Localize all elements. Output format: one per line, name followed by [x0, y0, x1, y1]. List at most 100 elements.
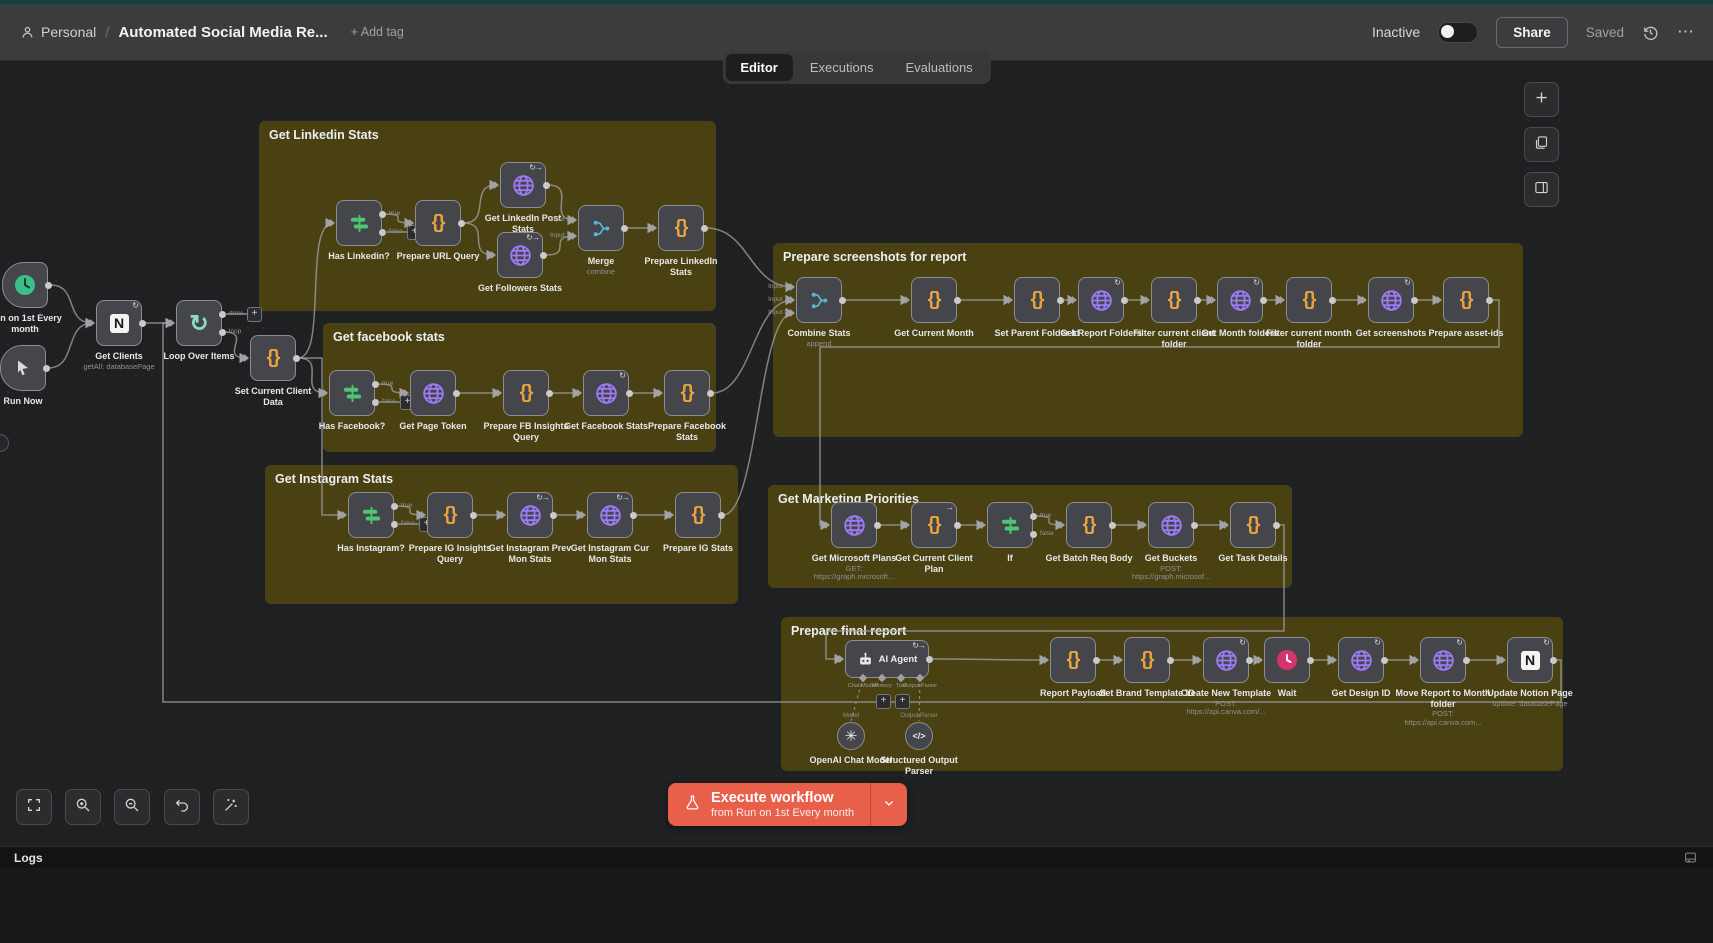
node-get-facebook-stats-node[interactable]: ↻Get Facebook Stats	[583, 370, 629, 416]
output-port[interactable]	[372, 381, 379, 388]
node-has-facebook[interactable]: truefalse+Has Facebook?	[329, 370, 375, 416]
input-port[interactable]	[669, 511, 678, 519]
output-port[interactable]	[543, 182, 550, 189]
input-port[interactable]	[1197, 656, 1206, 664]
node-filter-current-client-folder[interactable]: {}Filter current client folder	[1151, 277, 1197, 323]
node-if-node[interactable]: truefalseIf	[987, 502, 1033, 548]
node-get-instagram-cur-mon-stats[interactable]: ↻→Get Instagram Cur Mon Stats	[587, 492, 633, 538]
input-port[interactable]	[244, 354, 253, 362]
input-port[interactable]	[825, 521, 834, 529]
node-get-current-month[interactable]: {}Get Current Month	[911, 277, 957, 323]
node-update-notion-page[interactable]: N↻Update Notion Pageupdate: databasePage	[1507, 637, 1553, 683]
output-port[interactable]	[1109, 522, 1116, 529]
output-port[interactable]	[626, 390, 633, 397]
output-port[interactable]	[1550, 657, 1557, 664]
node-report-payload[interactable]: {}Report Payload	[1050, 637, 1096, 683]
node-create-new-template[interactable]: ↻Create New TemplatePOST: https://api.ca…	[1203, 637, 1249, 683]
input-port[interactable]	[1224, 521, 1233, 529]
output-port[interactable]	[470, 512, 477, 519]
output-port[interactable]	[1246, 657, 1253, 664]
node-run-now[interactable]: Run Now	[0, 345, 46, 391]
output-port[interactable]	[45, 282, 52, 289]
input-port[interactable]	[1501, 656, 1510, 664]
input-port[interactable]	[652, 224, 661, 232]
output-port[interactable]	[1381, 657, 1388, 664]
tidy-up-button[interactable]	[213, 789, 249, 825]
output-port[interactable]	[1030, 513, 1037, 520]
output-port[interactable]	[1273, 522, 1280, 529]
node-filter-current-month-folder[interactable]: {}Filter current month folder	[1286, 277, 1332, 323]
node-has-instagram[interactable]: truefalse+Has Instagram?	[348, 492, 394, 538]
node-get-clients[interactable]: N↻Get ClientsgetAll: databasePage	[96, 300, 142, 346]
breadcrumb-root-label[interactable]: Personal	[41, 24, 96, 40]
input-port[interactable]	[790, 309, 799, 317]
node-get-batch-req-body[interactable]: {}Get Batch Req Body	[1066, 502, 1112, 548]
output-port[interactable]	[546, 390, 553, 397]
node-get-design-id[interactable]: ↻Get Design ID	[1338, 637, 1384, 683]
more-options-icon[interactable]: ⋯	[1677, 22, 1695, 42]
input-port[interactable]	[981, 521, 990, 529]
add-sub-node-button[interactable]: +	[895, 694, 910, 709]
input-port[interactable]	[905, 521, 914, 529]
input-port[interactable]	[1142, 521, 1151, 529]
node-has-linkedin[interactable]: truefalse+Has Linkedin?	[336, 200, 382, 246]
input-port[interactable]	[790, 283, 799, 291]
output-port[interactable]	[1260, 297, 1267, 304]
output-port[interactable]	[874, 522, 881, 529]
add-connected-node-button[interactable]: +	[247, 307, 262, 322]
node-wait-node[interactable]: Wait	[1264, 637, 1310, 683]
output-port[interactable]	[293, 355, 300, 362]
node-run-trigger[interactable]: Run on 1st Every month	[2, 262, 48, 308]
undo-button[interactable]	[164, 789, 200, 825]
input-port[interactable]	[491, 251, 500, 259]
output-port[interactable]	[1121, 297, 1128, 304]
node-prepare-ig-stats[interactable]: {}Prepare IG Stats	[675, 492, 721, 538]
workflow-canvas[interactable]: Get Linkedin StatsGet facebook statsGet …	[0, 0, 1713, 846]
output-port[interactable]	[1463, 657, 1470, 664]
input-port[interactable]	[404, 389, 413, 397]
input-port[interactable]	[572, 216, 581, 224]
node-prepare-ig-insights-query[interactable]: {}Prepare IG Insights Query	[427, 492, 473, 538]
tab-editor[interactable]: Editor	[725, 54, 793, 81]
add-tag-button[interactable]: + Add tag	[351, 25, 404, 39]
node-get-buckets[interactable]: Get BucketsPOST: https://graph.microsof.…	[1148, 502, 1194, 548]
history-icon[interactable]	[1642, 24, 1659, 41]
input-port[interactable]	[1332, 656, 1341, 664]
node-get-task-details[interactable]: {}Get Task Details	[1230, 502, 1276, 548]
node-move-report-to-month-folder[interactable]: ↻Move Report to Month folderPOST: https:…	[1420, 637, 1466, 683]
node-ai-agent[interactable]: AI Agent↻→Chat Model*Memory+Tool+Output …	[845, 640, 929, 678]
input-port[interactable]	[330, 219, 339, 227]
input-port[interactable]	[409, 219, 418, 227]
output-port[interactable]	[219, 329, 226, 336]
node-get-page-token[interactable]: Get Page Token	[410, 370, 456, 416]
node-prepare-asset-ids[interactable]: {}Prepare asset-ids	[1443, 277, 1489, 323]
node-get-instagram-prev-mon-stats[interactable]: ↻→Get Instagram Prev Mon Stats	[507, 492, 553, 538]
output-port[interactable]	[1486, 297, 1493, 304]
input-port[interactable]	[1414, 656, 1423, 664]
output-port[interactable]	[379, 211, 386, 218]
input-port[interactable]	[497, 389, 506, 397]
output-port[interactable]	[1307, 657, 1314, 664]
toggle-panel-button[interactable]	[1524, 172, 1559, 207]
node-merge[interactable]: Input 1Input 2Mergecombine	[578, 205, 624, 251]
input-port[interactable]	[577, 389, 586, 397]
output-port[interactable]	[630, 512, 637, 519]
output-port[interactable]	[839, 297, 846, 304]
output-port[interactable]	[1093, 657, 1100, 664]
input-port[interactable]	[501, 511, 510, 519]
logs-panel-header[interactable]: Logs	[0, 846, 1713, 868]
input-port[interactable]	[581, 511, 590, 519]
node-get-microsoft-plans[interactable]: Get Microsoft PlansGET: https://graph.mi…	[831, 502, 877, 548]
input-port[interactable]	[90, 319, 99, 327]
add-sub-node-button[interactable]: +	[876, 694, 891, 709]
tab-executions[interactable]: Executions	[795, 54, 889, 81]
output-port[interactable]	[707, 390, 714, 397]
node-prepare-facebook-stats[interactable]: {}Prepare Facebook Stats	[664, 370, 710, 416]
input-port[interactable]	[1044, 656, 1053, 664]
zoom-in-button[interactable]	[65, 789, 101, 825]
node-get-followers-stats[interactable]: ↻→Get Followers Stats	[497, 232, 543, 278]
output-port[interactable]	[458, 220, 465, 227]
node-set-brand-template-id[interactable]: {}Set Brand Template ID	[1124, 637, 1170, 683]
node-loop-over-items[interactable]: ↻done+loopLoop Over Items	[176, 300, 222, 346]
output-port[interactable]	[453, 390, 460, 397]
